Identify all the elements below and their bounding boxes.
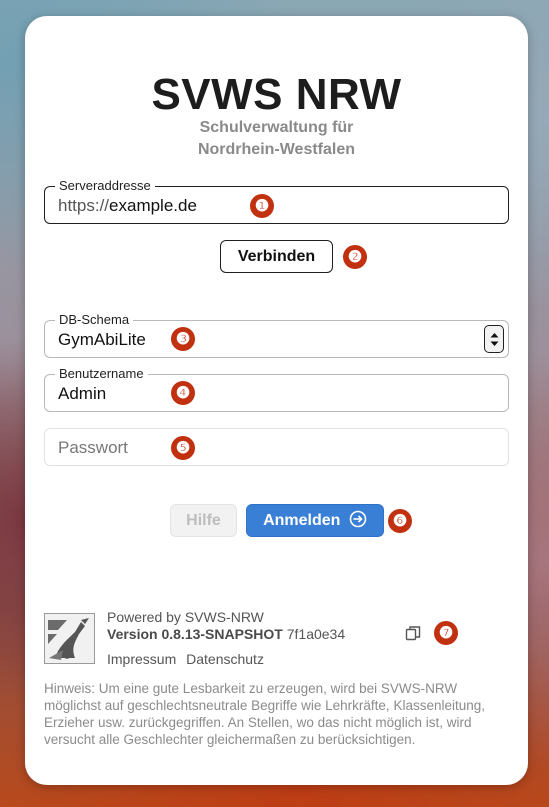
gender-note: Hinweis: Um eine gute Lesbarkeit zu erze…	[44, 681, 485, 747]
login-card: SVWS NRW Schulverwaltung für Nordrhein-W…	[25, 16, 528, 785]
copy-icon[interactable]	[405, 625, 421, 641]
username-field[interactable]: Benutzername Admin	[44, 366, 509, 412]
annotation-6: ❻	[388, 509, 412, 533]
impressum-link[interactable]: Impressum	[107, 651, 176, 667]
app-subtitle: Schulverwaltung für Nordrhein-Westfalen	[197, 119, 356, 158]
annotation-3: ❸	[171, 327, 195, 351]
annotation-4: ❹	[171, 381, 195, 405]
server-address-input[interactable]: example.de	[109, 196, 197, 215]
annotation-5: ❺	[171, 436, 195, 460]
username-input[interactable]: Admin	[58, 384, 106, 404]
footer-links: Impressum Datenschutz	[107, 651, 264, 668]
connect-button[interactable]: Verbinden	[220, 240, 333, 273]
help-button[interactable]: Hilfe	[170, 504, 237, 537]
password-input[interactable]: Passwort	[58, 438, 128, 458]
db-schema-value: GymAbiLite	[58, 330, 146, 349]
username-legend: Benutzername	[55, 366, 148, 381]
annotation-7: ❼	[434, 621, 458, 645]
login-icon	[349, 510, 367, 528]
app-title: SVWS NRW	[151, 70, 402, 119]
password-field[interactable]: Passwort	[44, 428, 509, 466]
server-address-value[interactable]: https://example.de	[58, 196, 197, 216]
login-button[interactable]: Anmelden	[246, 504, 384, 537]
login-button-label: Anmelden	[263, 512, 341, 529]
version-label: Version 0.8.13-SNAPSHOT	[107, 626, 283, 642]
annotation-1: ❶	[250, 194, 274, 218]
server-address-legend: Serveraddresse	[55, 178, 155, 193]
server-address-field[interactable]: Serveraddresse https://example.de	[44, 178, 509, 224]
annotation-2: ❷	[343, 245, 367, 269]
db-schema-select[interactable]: DB-Schema GymAbiLite	[44, 312, 509, 358]
powered-by-text: Powered by SVWS-NRW	[107, 609, 264, 625]
db-schema-legend: DB-Schema	[55, 312, 134, 327]
select-stepper-icon[interactable]	[484, 325, 504, 353]
commit-hash: 7f1a0e34	[286, 626, 346, 642]
version-info: Version 0.8.13-SNAPSHOT 7f1a0e34	[107, 626, 345, 643]
datenschutz-link[interactable]: Datenschutz	[186, 651, 264, 667]
server-address-prefix: https://	[58, 196, 110, 215]
nrw-logo	[44, 613, 95, 664]
